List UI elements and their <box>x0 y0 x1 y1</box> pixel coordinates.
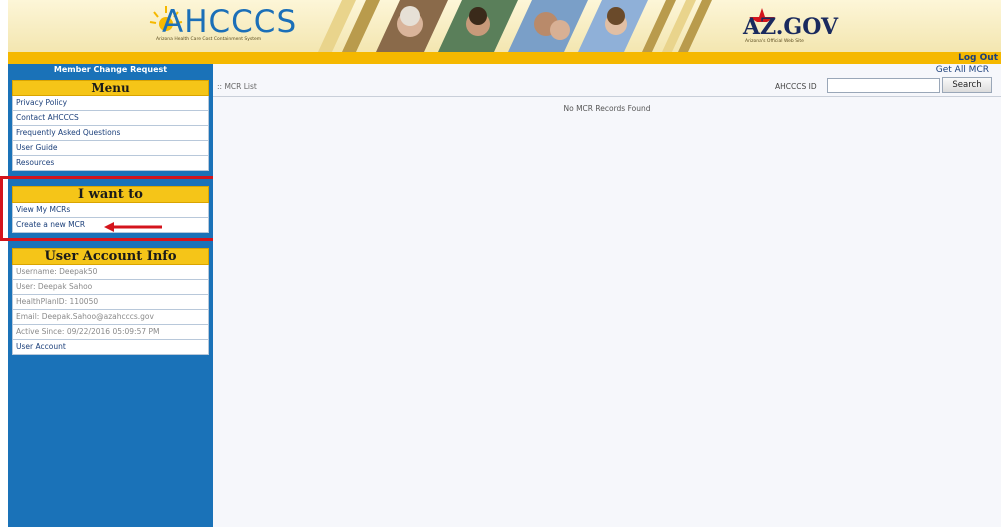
sidebar-title: Member Change Request <box>53 65 168 74</box>
divider <box>213 96 1001 97</box>
azgov-subtitle: Arizona's Official Web Site <box>745 39 804 44</box>
username-field: Username: Deepak50 <box>12 265 209 280</box>
menu-item-privacy-policy[interactable]: Privacy Policy <box>12 96 209 111</box>
main-content: Get All MCR :: MCR List AHCCCS ID Search… <box>213 64 1001 527</box>
breadcrumb: :: MCR List <box>217 82 257 91</box>
arrow-left-icon <box>104 222 162 232</box>
active-since-field: Active Since: 09/22/2016 05:09:57 PM <box>12 325 209 340</box>
azgov-text: AZ.GOV <box>743 14 839 40</box>
logout-link[interactable]: Log Out <box>958 52 998 64</box>
logo-subtitle: Arizona Health Care Cost Containment Sys… <box>156 37 262 42</box>
email-field: Email: Deepak.Sahoo@azahcccs.gov <box>12 310 209 325</box>
healthplan-id-field: HealthPlanID: 110050 <box>12 295 209 310</box>
ahcccs-id-input[interactable] <box>827 78 940 93</box>
header-banner: AHCCCS Arizona Health Care Cost Containm… <box>8 0 1001 52</box>
logo-text: AHCCCS <box>162 4 298 40</box>
people-photo-strip <box>318 0 712 52</box>
user-account-link[interactable]: User Account <box>12 340 209 355</box>
menu-item-contact[interactable]: Contact AHCCCS <box>12 111 209 126</box>
menu-item-user-guide[interactable]: User Guide <box>12 141 209 156</box>
user-name-field: User: Deepak Sahoo <box>12 280 209 295</box>
top-nav-bar: Log Out <box>8 52 1001 64</box>
ahcccs-id-label: AHCCCS ID <box>775 82 817 91</box>
azgov-logo[interactable]: AZ.GOV Arizona's Official Web Site <box>743 8 853 48</box>
menu-heading: Menu <box>12 80 209 96</box>
menu-item-faq[interactable]: Frequently Asked Questions <box>12 126 209 141</box>
empty-state-message: No MCR Records Found <box>563 104 651 113</box>
search-button[interactable]: Search <box>942 77 992 93</box>
get-all-mcr-link[interactable]: Get All MCR <box>936 65 989 75</box>
menu-item-resources[interactable]: Resources <box>12 156 209 171</box>
user-account-info-heading: User Account Info <box>12 248 209 265</box>
ahcccs-logo[interactable]: AHCCCS Arizona Health Care Cost Containm… <box>148 4 308 48</box>
sidebar: Member Change Request Menu Privacy Polic… <box>8 64 213 527</box>
